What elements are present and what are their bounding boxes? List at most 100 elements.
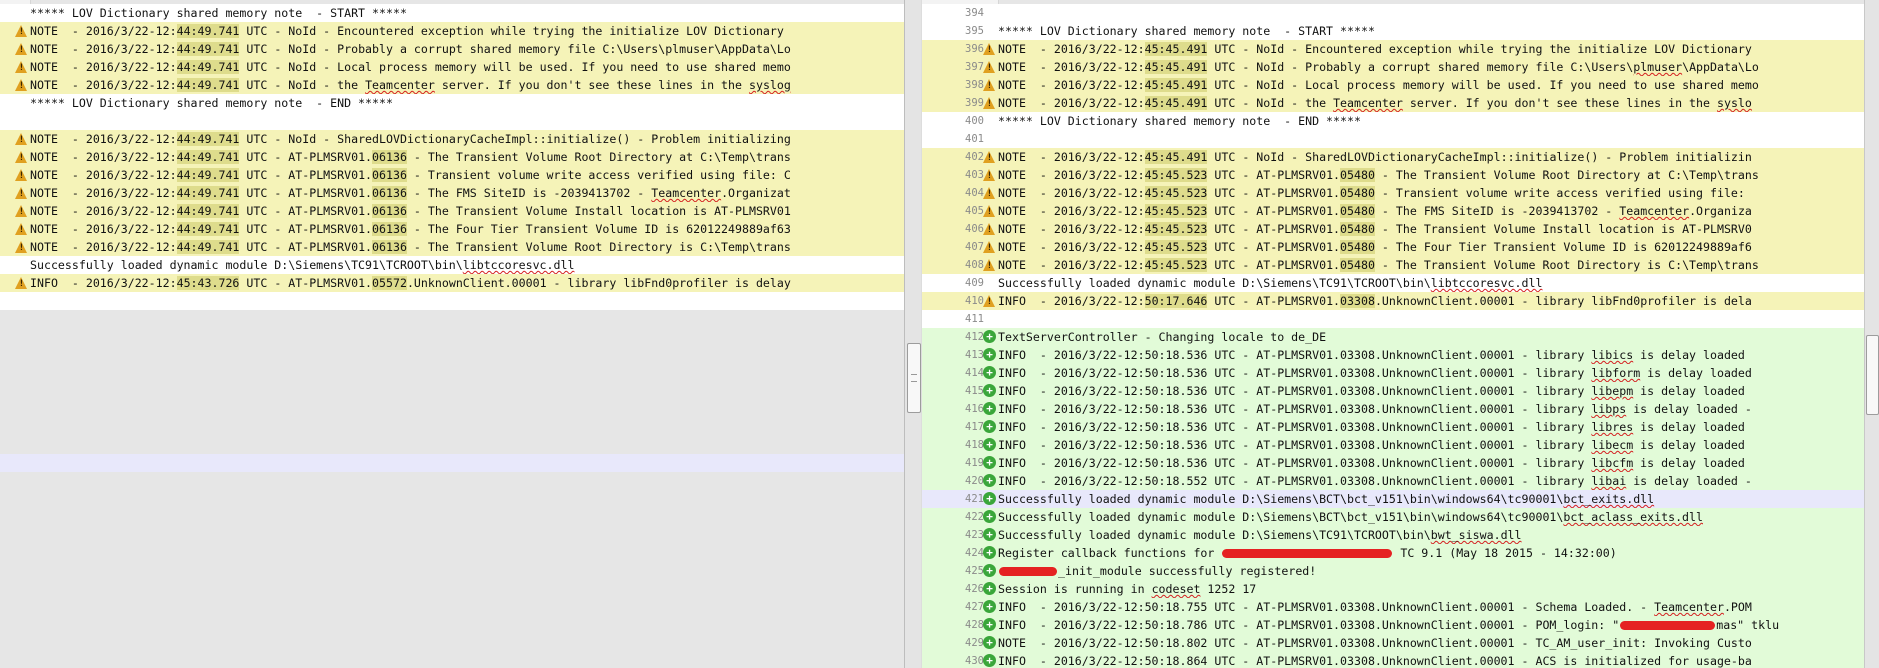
log-line[interactable]: 425 + _init_module successfully registered…: [922, 562, 1879, 580]
log-line[interactable]: 420 + INFO - 2016/3/22-12:50:18.552 UTC - …: [922, 472, 1879, 490]
right-diff-pane[interactable]: 394 395 ***** LOV Dictionary shared memory…: [922, 0, 1879, 668]
log-line[interactable]: ! NOTE - 2016/3/22-12:44:49.741 UTC - AT-…: [0, 202, 904, 220]
log-line[interactable]: 411: [922, 310, 1879, 328]
diff-highlight: 03308: [1340, 294, 1375, 308]
log-line[interactable]: 407! NOTE - 2016/3/22-12:45:45.523 UTC - …: [922, 238, 1879, 256]
log-line[interactable]: 423 + Successfully loaded dynamic module D…: [922, 526, 1879, 544]
warning-icon: !: [983, 151, 996, 163]
log-line[interactable]: 418 + INFO - 2016/3/22-12:50:18.536 UTC - …: [922, 436, 1879, 454]
log-line[interactable]: ! NOTE - 2016/3/22-12:44:49.741 UTC - AT-…: [0, 220, 904, 238]
log-line[interactable]: 401: [922, 130, 1879, 148]
log-line[interactable]: 398! NOTE - 2016/3/22-12:45:45.491 UTC - …: [922, 76, 1879, 94]
log-line[interactable]: 400 ***** LOV Dictionary shared memory no…: [922, 112, 1879, 130]
right-vertical-scrollbar[interactable]: [1864, 0, 1879, 668]
log-line[interactable]: 417 + INFO - 2016/3/22-12:50:18.536 UTC - …: [922, 418, 1879, 436]
log-line[interactable]: 429 + NOTE - 2016/3/22-12:50:18.802 UTC - …: [922, 634, 1879, 652]
log-line[interactable]: 415 + INFO - 2016/3/22-12:50:18.536 UTC - …: [922, 382, 1879, 400]
text-segment: NOTE - 2016/3/22-12:: [30, 150, 177, 164]
log-line[interactable]: [0, 526, 904, 544]
log-line[interactable]: 426 + Session is running in codeset 1252 1…: [922, 580, 1879, 598]
log-line[interactable]: [0, 598, 904, 616]
log-line[interactable]: ! NOTE - 2016/3/22-12:44:49.741 UTC - NoI…: [0, 22, 904, 40]
log-line[interactable]: [0, 364, 904, 382]
log-line[interactable]: [0, 634, 904, 652]
pane-splitter[interactable]: [904, 0, 924, 668]
log-line[interactable]: 419 + INFO - 2016/3/22-12:50:18.536 UTC - …: [922, 454, 1879, 472]
log-line[interactable]: 414 + INFO - 2016/3/22-12:50:18.536 UTC - …: [922, 364, 1879, 382]
log-line[interactable]: 397! NOTE - 2016/3/22-12:45:45.491 UTC - …: [922, 58, 1879, 76]
spellcheck-word: libtccoresvc.dll: [1430, 276, 1543, 290]
log-line[interactable]: 410! INFO - 2016/3/22-12:50:17.646 UTC - …: [922, 292, 1879, 310]
log-line[interactable]: [0, 490, 904, 508]
log-line[interactable]: 413 + INFO - 2016/3/22-12:50:18.536 UTC - …: [922, 346, 1879, 364]
log-line[interactable]: [0, 292, 904, 310]
log-line[interactable]: 399! NOTE - 2016/3/22-12:45:45.491 UTC - …: [922, 94, 1879, 112]
log-line[interactable]: [0, 418, 904, 436]
log-line[interactable]: 421 + Successfully loaded dynamic module D…: [922, 490, 1879, 508]
log-line[interactable]: ! NOTE - 2016/3/22-12:44:49.741 UTC - AT-…: [0, 166, 904, 184]
text-segment: UTC - AT-PLMSRV01.: [1207, 204, 1341, 218]
text-segment: NOTE - 2016/3/22-12:: [998, 186, 1145, 200]
log-line[interactable]: 405! NOTE - 2016/3/22-12:45:45.523 UTC - …: [922, 202, 1879, 220]
log-line[interactable]: ! NOTE - 2016/3/22-12:44:49.741 UTC - NoI…: [0, 76, 904, 94]
log-line[interactable]: 395 ***** LOV Dictionary shared memory no…: [922, 22, 1879, 40]
text-segment: - The FMS SiteID is -2039413702 -: [406, 186, 652, 200]
warning-icon: !: [983, 205, 996, 217]
log-line[interactable]: [0, 346, 904, 364]
text-segment: NOTE - 2016/3/22-12:: [998, 204, 1145, 218]
log-line[interactable]: 402! NOTE - 2016/3/22-12:45:45.491 UTC - …: [922, 148, 1879, 166]
log-line[interactable]: [0, 436, 904, 454]
log-line[interactable]: ! NOTE - 2016/3/22-12:44:49.741 UTC - AT-…: [0, 148, 904, 166]
log-line[interactable]: 428 + INFO - 2016/3/22-12:50:18.786 UTC - …: [922, 616, 1879, 634]
log-line[interactable]: 430 + INFO - 2016/3/22-12:50:18.864 UTC - …: [922, 652, 1879, 668]
log-line[interactable]: ! INFO - 2016/3/22-12:45:43.726 UTC - AT-…: [0, 274, 904, 292]
line-number: 420: [965, 475, 984, 487]
log-line[interactable]: [0, 544, 904, 562]
text-segment: - The FMS SiteID is -2039413702 -: [1374, 204, 1620, 218]
log-line[interactable]: 403! NOTE - 2016/3/22-12:45:45.523 UTC - …: [922, 166, 1879, 184]
log-line[interactable]: [0, 382, 904, 400]
text-segment: INFO - 2016/3/22-12:50:18.536 UTC - AT-P…: [998, 366, 1592, 380]
log-line[interactable]: ! NOTE - 2016/3/22-12:44:49.741 UTC - NoI…: [0, 40, 904, 58]
log-line[interactable]: 394: [922, 4, 1879, 22]
warning-icon: !: [15, 277, 28, 289]
log-line[interactable]: 404! NOTE - 2016/3/22-12:45:45.523 UTC - …: [922, 184, 1879, 202]
log-line[interactable]: 406! NOTE - 2016/3/22-12:45:45.523 UTC - …: [922, 220, 1879, 238]
text-segment: UTC - AT-PLMSRV01.: [1207, 222, 1341, 236]
log-line[interactable]: [0, 310, 904, 328]
log-line[interactable]: 408! NOTE - 2016/3/22-12:45:45.523 UTC - …: [922, 256, 1879, 274]
log-line[interactable]: [0, 328, 904, 346]
left-scrollbar-thumb[interactable]: [907, 343, 921, 413]
log-line[interactable]: [0, 580, 904, 598]
log-line[interactable]: 396! NOTE - 2016/3/22-12:45:45.491 UTC - …: [922, 40, 1879, 58]
log-line[interactable]: ***** LOV Dictionary shared memory note …: [0, 94, 904, 112]
log-line[interactable]: [0, 562, 904, 580]
redaction-mark: [1620, 621, 1716, 630]
log-line[interactable]: ! NOTE - 2016/3/22-12:44:49.741 UTC - AT-…: [0, 184, 904, 202]
log-line[interactable]: [0, 112, 904, 130]
log-line[interactable]: 424 + Register callback functions for TC 9…: [922, 544, 1879, 562]
log-line[interactable]: 427 + INFO - 2016/3/22-12:50:18.755 UTC - …: [922, 598, 1879, 616]
log-line[interactable]: ***** LOV Dictionary shared memory note …: [0, 4, 904, 22]
log-line[interactable]: [0, 652, 904, 668]
log-line[interactable]: ! NOTE - 2016/3/22-12:44:49.741 UTC - NoI…: [0, 130, 904, 148]
log-line[interactable]: 422 + Successfully loaded dynamic module D…: [922, 508, 1879, 526]
log-line[interactable]: [0, 454, 904, 472]
right-scrollbar-thumb[interactable]: [1866, 335, 1879, 415]
log-line[interactable]: ! NOTE - 2016/3/22-12:44:49.741 UTC - AT-…: [0, 238, 904, 256]
log-line[interactable]: ! NOTE - 2016/3/22-12:44:49.741 UTC - NoI…: [0, 58, 904, 76]
log-line[interactable]: [0, 472, 904, 490]
log-text: INFO - 2016/3/22-12:50:17.646 UTC - AT-P…: [998, 292, 1867, 310]
log-line[interactable]: [0, 400, 904, 418]
left-diff-pane[interactable]: ***** LOV Dictionary shared memory note …: [0, 0, 904, 668]
left-vertical-scrollbar[interactable]: [905, 0, 921, 668]
log-line[interactable]: 412 + TextServerController - Changing loca…: [922, 328, 1879, 346]
text-segment: Session is running in: [998, 582, 1152, 596]
text-segment: NOTE - 2016/3/22-12:: [998, 240, 1145, 254]
log-line[interactable]: Successfully loaded dynamic module D:\Si…: [0, 256, 904, 274]
spellcheck-word: syslo: [1716, 96, 1752, 110]
log-line[interactable]: [0, 616, 904, 634]
log-line[interactable]: [0, 508, 904, 526]
log-line[interactable]: 416 + INFO - 2016/3/22-12:50:18.536 UTC - …: [922, 400, 1879, 418]
log-line[interactable]: 409 Successfully loaded dynamic module D:…: [922, 274, 1879, 292]
